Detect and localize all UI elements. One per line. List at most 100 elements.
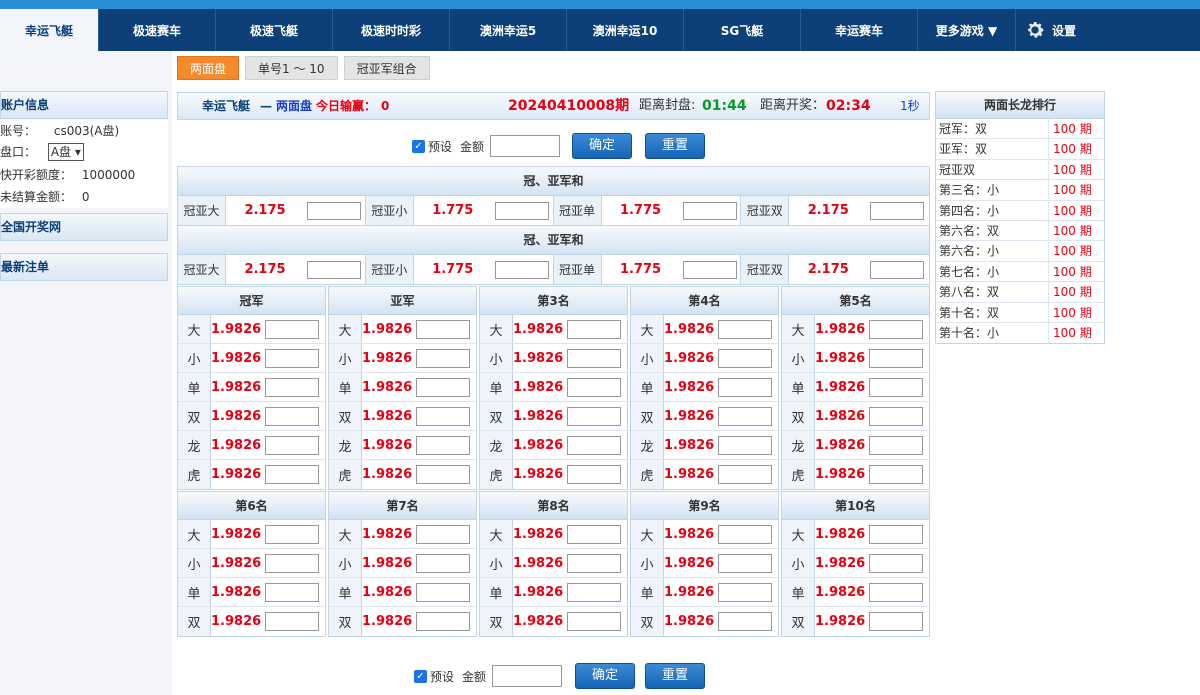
bet-amount-input[interactable]	[567, 435, 621, 455]
bet-amount-input[interactable]	[869, 319, 923, 339]
bet-odds[interactable]: 1.9826	[664, 585, 714, 600]
sum-odds[interactable]: 2.175	[226, 262, 304, 277]
sum-amount-input[interactable]	[682, 201, 737, 220]
sum-amount-input[interactable]	[682, 260, 737, 279]
bet-odds[interactable]: 1.9826	[362, 556, 412, 571]
reset-button[interactable]: 重置	[645, 133, 706, 159]
bet-amount-input[interactable]	[718, 435, 772, 455]
nav-settings[interactable]: 设置	[1016, 9, 1133, 51]
bet-amount-input[interactable]	[869, 465, 923, 484]
bet-odds[interactable]: 1.9826	[211, 527, 261, 542]
sum-odds[interactable]: 1.775	[414, 262, 492, 277]
bet-odds[interactable]: 1.9826	[815, 409, 865, 424]
bet-odds[interactable]: 1.9826	[513, 467, 563, 482]
sum-odds[interactable]: 1.775	[602, 203, 680, 218]
bet-odds[interactable]: 1.9826	[815, 527, 865, 542]
bet-odds[interactable]: 1.9826	[362, 409, 412, 424]
sum-amount-input[interactable]	[307, 260, 361, 279]
bet-amount-input[interactable]	[265, 348, 319, 368]
bet-amount-input[interactable]	[416, 348, 470, 368]
bet-amount-input[interactable]	[416, 465, 470, 484]
bet-odds[interactable]: 1.9826	[513, 585, 563, 600]
bet-amount-input[interactable]	[416, 582, 470, 602]
bet-amount-input[interactable]	[265, 435, 319, 455]
handicap-select[interactable]: A盘 ▾	[47, 143, 84, 161]
preset-checkbox-bottom[interactable]: ✓	[414, 669, 427, 683]
nav-item-speed-racing[interactable]: 极速赛车	[99, 9, 216, 51]
bet-odds[interactable]: 1.9826	[211, 409, 261, 424]
bet-odds[interactable]: 1.9826	[362, 322, 412, 337]
bet-amount-input[interactable]	[869, 612, 923, 631]
bet-odds[interactable]: 1.9826	[362, 614, 412, 629]
bet-amount-input[interactable]	[416, 406, 470, 426]
bet-odds[interactable]: 1.9826	[211, 585, 261, 600]
amount-input-bottom[interactable]	[492, 665, 563, 687]
tab-two-sides[interactable]: 两面盘	[177, 56, 240, 80]
sum-odds[interactable]: 1.775	[414, 203, 492, 218]
bet-odds[interactable]: 1.9826	[513, 380, 563, 395]
bet-amount-input[interactable]	[718, 524, 772, 544]
nav-item-speed-ssc[interactable]: 极速时时彩	[333, 9, 450, 51]
bet-amount-input[interactable]	[265, 553, 319, 573]
game-mode[interactable]: 两面盘	[276, 93, 312, 119]
bet-amount-input[interactable]	[718, 553, 772, 573]
bet-odds[interactable]: 1.9826	[513, 409, 563, 424]
bet-amount-input[interactable]	[416, 524, 470, 544]
bet-odds[interactable]: 1.9826	[513, 527, 563, 542]
bet-odds[interactable]: 1.9826	[664, 438, 714, 453]
bet-amount-input[interactable]	[567, 465, 621, 484]
bet-amount-input[interactable]	[265, 377, 319, 397]
nav-item-au-lucky5[interactable]: 澳洲幸运5	[450, 9, 567, 51]
bet-odds[interactable]: 1.9826	[815, 322, 865, 337]
bet-odds[interactable]: 1.9826	[815, 438, 865, 453]
confirm-button[interactable]: 确定	[572, 133, 633, 159]
bet-odds[interactable]: 1.9826	[362, 467, 412, 482]
bet-odds[interactable]: 1.9826	[815, 556, 865, 571]
bet-amount-input[interactable]	[718, 582, 772, 602]
bet-odds[interactable]: 1.9826	[664, 409, 714, 424]
nav-item-speed-airship[interactable]: 极速飞艇	[216, 9, 333, 51]
nav-item-au-lucky10[interactable]: 澳洲幸运10	[567, 9, 684, 51]
bet-odds[interactable]: 1.9826	[664, 556, 714, 571]
bet-odds[interactable]: 1.9826	[815, 585, 865, 600]
bet-amount-input[interactable]	[718, 465, 772, 484]
bet-odds[interactable]: 1.9826	[362, 380, 412, 395]
bet-amount-input[interactable]	[869, 553, 923, 573]
bet-amount-input[interactable]	[869, 377, 923, 397]
sum-odds[interactable]: 1.775	[602, 262, 680, 277]
sum-amount-input[interactable]	[870, 260, 925, 279]
preset-checkbox[interactable]: ✓	[412, 139, 425, 153]
bet-amount-input[interactable]	[567, 582, 621, 602]
bet-amount-input[interactable]	[718, 319, 772, 339]
bet-odds[interactable]: 1.9826	[211, 380, 261, 395]
nav-more-games[interactable]: 更多游戏 ▼	[918, 9, 1016, 51]
bet-amount-input[interactable]	[869, 524, 923, 544]
bet-odds[interactable]: 1.9826	[815, 351, 865, 366]
bet-amount-input[interactable]	[567, 524, 621, 544]
bet-amount-input[interactable]	[567, 553, 621, 573]
tab-champion-combo[interactable]: 冠亚军组合	[343, 56, 430, 80]
refresh-interval[interactable]: 1秒	[900, 93, 920, 119]
bet-odds[interactable]: 1.9826	[211, 556, 261, 571]
bet-amount-input[interactable]	[416, 612, 470, 631]
sum-amount-input[interactable]	[494, 201, 549, 220]
latest-bets-link[interactable]: 最新注单	[0, 253, 168, 281]
bet-odds[interactable]: 1.9826	[815, 380, 865, 395]
confirm-button-bottom[interactable]: 确定	[575, 663, 636, 689]
bet-odds[interactable]: 1.9826	[362, 585, 412, 600]
bet-amount-input[interactable]	[869, 348, 923, 368]
bet-odds[interactable]: 1.9826	[513, 322, 563, 337]
bet-amount-input[interactable]	[265, 319, 319, 339]
bet-amount-input[interactable]	[567, 377, 621, 397]
bet-amount-input[interactable]	[416, 319, 470, 339]
bet-odds[interactable]: 1.9826	[664, 467, 714, 482]
bet-odds[interactable]: 1.9826	[664, 322, 714, 337]
bet-amount-input[interactable]	[567, 319, 621, 339]
tab-single-number[interactable]: 单号1 ～ 10	[245, 56, 338, 80]
bet-amount-input[interactable]	[869, 582, 923, 602]
amount-input[interactable]	[490, 135, 561, 157]
sum-odds[interactable]: 2.175	[789, 262, 867, 277]
bet-odds[interactable]: 1.9826	[513, 438, 563, 453]
bet-amount-input[interactable]	[265, 465, 319, 484]
bet-odds[interactable]: 1.9826	[513, 614, 563, 629]
